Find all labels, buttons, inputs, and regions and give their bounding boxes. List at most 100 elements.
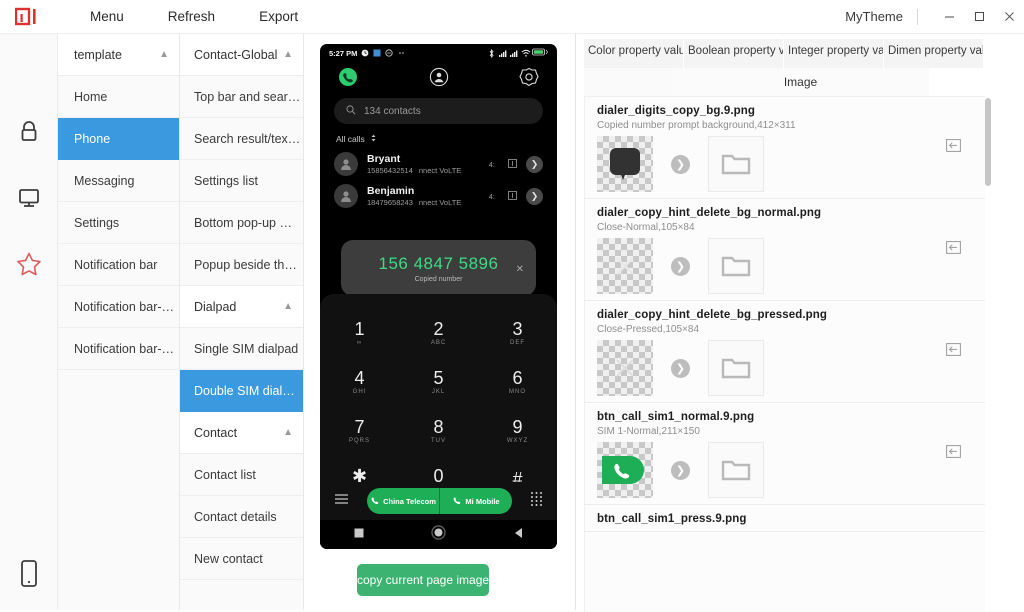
sidebar-item-settings[interactable]: Settings bbox=[58, 202, 179, 244]
dial-key-1[interactable]: 1 ∞ bbox=[320, 308, 399, 357]
menu-lines-icon[interactable] bbox=[334, 492, 349, 510]
home-circle-icon[interactable] bbox=[431, 524, 447, 545]
sidebar-item-messaging[interactable]: Messaging bbox=[58, 160, 179, 202]
menu-button-export[interactable]: Export bbox=[237, 5, 320, 28]
search-input[interactable]: 134 contacts bbox=[334, 98, 543, 124]
dial-key-4[interactable]: 4 GHI bbox=[320, 357, 399, 406]
tab-image[interactable]: Image bbox=[672, 68, 929, 96]
star-icon[interactable] bbox=[0, 236, 58, 292]
resource-description: SIM 1-Normal,211×150 bbox=[597, 426, 700, 437]
titlebar: Menu Refresh Export MyTheme bbox=[0, 0, 1024, 34]
sidebar-item-notification-bar-2[interactable]: Notification bar-… bbox=[58, 286, 179, 328]
tab-color-property[interactable]: Color property value bbox=[584, 39, 683, 68]
tab-integer-property[interactable]: Integer property value bbox=[784, 39, 883, 68]
tab-dimen-property[interactable]: Dimen property value bbox=[884, 39, 983, 68]
resource-description: Close-Pressed,105×84 bbox=[597, 324, 700, 335]
import-replace-icon[interactable] bbox=[946, 445, 961, 463]
resource-thumbnail[interactable] bbox=[597, 136, 653, 192]
folder-picker-button[interactable] bbox=[708, 136, 764, 192]
call-button-sim2[interactable]: Mi Mobile bbox=[440, 488, 512, 514]
call-time: 4: bbox=[488, 191, 495, 201]
phone-call-icon[interactable] bbox=[338, 67, 358, 92]
call-log-row[interactable]: Bryant 15856432514 nnect VoLTE 4: ❯ bbox=[320, 148, 557, 180]
lock-icon[interactable] bbox=[0, 104, 58, 160]
close-button[interactable] bbox=[994, 4, 1024, 30]
back-triangle-icon[interactable] bbox=[513, 526, 524, 544]
dial-key-9[interactable]: 9 WXYZ bbox=[478, 406, 557, 455]
maximize-button[interactable] bbox=[964, 4, 994, 30]
folder-picker-button[interactable] bbox=[708, 238, 764, 294]
monitor-icon[interactable] bbox=[0, 170, 58, 226]
apply-arrow-icon[interactable]: ❯ bbox=[671, 154, 690, 174]
dial-key-2[interactable]: 2 ABC bbox=[399, 308, 478, 357]
resource-filename: dialer_copy_hint_delete_bg_normal.png bbox=[597, 207, 822, 219]
dialpad-group-label: Dialpad bbox=[194, 299, 237, 314]
sidebar-item-notification-bar-3[interactable]: Notification bar-… bbox=[58, 328, 179, 370]
apply-arrow-icon[interactable]: ❯ bbox=[671, 460, 690, 480]
page-item-new-contact[interactable]: New contact bbox=[180, 538, 303, 580]
call-detail-chevron-icon[interactable]: ❯ bbox=[526, 155, 543, 173]
image-resource-list[interactable]: dialer_digits_copy_bg.9.png Copied numbe… bbox=[584, 96, 987, 612]
dialpad-group-header[interactable]: Dialpad ▲ bbox=[180, 286, 303, 328]
resource-thumbnail[interactable] bbox=[597, 340, 653, 396]
dial-key-7[interactable]: 7 PQRS bbox=[320, 406, 399, 455]
sidebar-item-notification-bar[interactable]: Notification bar bbox=[58, 244, 179, 286]
dial-key-8[interactable]: 8 TUV bbox=[399, 406, 478, 455]
list-item[interactable]: dialer_copy_hint_delete_bg_normal.png Cl… bbox=[585, 199, 986, 301]
phone-device-icon[interactable] bbox=[0, 546, 58, 602]
contact-group-header[interactable]: Contact ▲ bbox=[180, 412, 303, 454]
list-item[interactable]: dialer_digits_copy_bg.9.png Copied numbe… bbox=[585, 97, 986, 199]
page-item-popup-beside[interactable]: Popup beside th… bbox=[180, 244, 303, 286]
list-item[interactable]: btn_call_sim1_press.9.png bbox=[585, 505, 986, 532]
dial-key-3[interactable]: 3 DEF bbox=[478, 308, 557, 357]
scrollbar-thumb[interactable] bbox=[985, 98, 991, 186]
tab-boolean-property[interactable]: Boolean property value bbox=[684, 39, 783, 68]
folder-picker-button[interactable] bbox=[708, 340, 764, 396]
import-replace-icon[interactable] bbox=[946, 139, 961, 157]
import-replace-icon[interactable] bbox=[946, 241, 961, 259]
dial-key-5[interactable]: 5 JKL bbox=[399, 357, 478, 406]
call-log-row[interactable]: Benjamin 18479658243 nnect VoLTE 4: ❯ bbox=[320, 180, 557, 212]
recents-square-icon[interactable] bbox=[353, 526, 365, 544]
menu-button-menu[interactable]: Menu bbox=[68, 5, 146, 28]
sidebar-item-phone[interactable]: Phone bbox=[58, 118, 179, 160]
minimize-button[interactable] bbox=[934, 4, 964, 30]
page-item-top-bar-search[interactable]: Top bar and sear… bbox=[180, 76, 303, 118]
page-item-double-sim-dialpad[interactable]: Double SIM dial… bbox=[180, 370, 303, 412]
folder-picker-button[interactable] bbox=[708, 442, 764, 498]
all-calls-filter[interactable]: All calls bbox=[320, 124, 557, 148]
settings-gear-icon[interactable] bbox=[519, 67, 539, 92]
contact-global-group-header[interactable]: Contact-Global ▲ bbox=[180, 34, 303, 76]
page-item-contact-details[interactable]: Contact details bbox=[180, 496, 303, 538]
page-item-bottom-popup[interactable]: Bottom pop-up … bbox=[180, 202, 303, 244]
page-item-search-result[interactable]: Search result/tex… bbox=[180, 118, 303, 160]
contact-number: 18479658243 bbox=[367, 198, 413, 207]
apply-arrow-icon[interactable]: ❯ bbox=[671, 358, 690, 378]
resource-thumbnail[interactable] bbox=[597, 238, 653, 294]
resource-thumbnail[interactable] bbox=[597, 442, 653, 498]
android-navbar bbox=[320, 520, 557, 549]
sidebar-item-home[interactable]: Home bbox=[58, 76, 179, 118]
menu-button-refresh[interactable]: Refresh bbox=[146, 5, 237, 28]
contact-number: 15856432514 bbox=[367, 166, 413, 175]
call-detail-chevron-icon[interactable]: ❯ bbox=[526, 187, 543, 205]
template-group-header[interactable]: template ▲ bbox=[58, 34, 179, 76]
list-item[interactable]: dialer_copy_hint_delete_bg_pressed.png C… bbox=[585, 301, 986, 403]
import-replace-icon[interactable] bbox=[946, 343, 961, 361]
list-item[interactable]: btn_call_sim1_normal.9.png SIM 1-Normal,… bbox=[585, 403, 986, 505]
call-button-sim1[interactable]: China Telecom bbox=[367, 488, 440, 514]
close-icon[interactable]: ✕ bbox=[516, 264, 524, 275]
contacts-icon[interactable] bbox=[429, 67, 449, 92]
menu-bar: Menu Refresh Export bbox=[68, 5, 320, 28]
dial-key-6[interactable]: 6 MNO bbox=[478, 357, 557, 406]
copy-current-page-image-button[interactable]: copy current page image bbox=[357, 564, 489, 596]
keypad-icon[interactable] bbox=[530, 491, 543, 511]
apply-arrow-icon[interactable]: ❯ bbox=[671, 256, 690, 276]
dial-key-sub: TUV bbox=[431, 438, 446, 444]
sidebar-item-label: Settings bbox=[74, 215, 120, 230]
status-bar-left: 5:27 PM bbox=[329, 49, 405, 58]
page-item-settings-list[interactable]: Settings list bbox=[180, 160, 303, 202]
chevron-up-icon: ▲ bbox=[159, 49, 169, 60]
page-item-single-sim-dialpad[interactable]: Single SIM dialpad bbox=[180, 328, 303, 370]
page-item-contact-list[interactable]: Contact list bbox=[180, 454, 303, 496]
